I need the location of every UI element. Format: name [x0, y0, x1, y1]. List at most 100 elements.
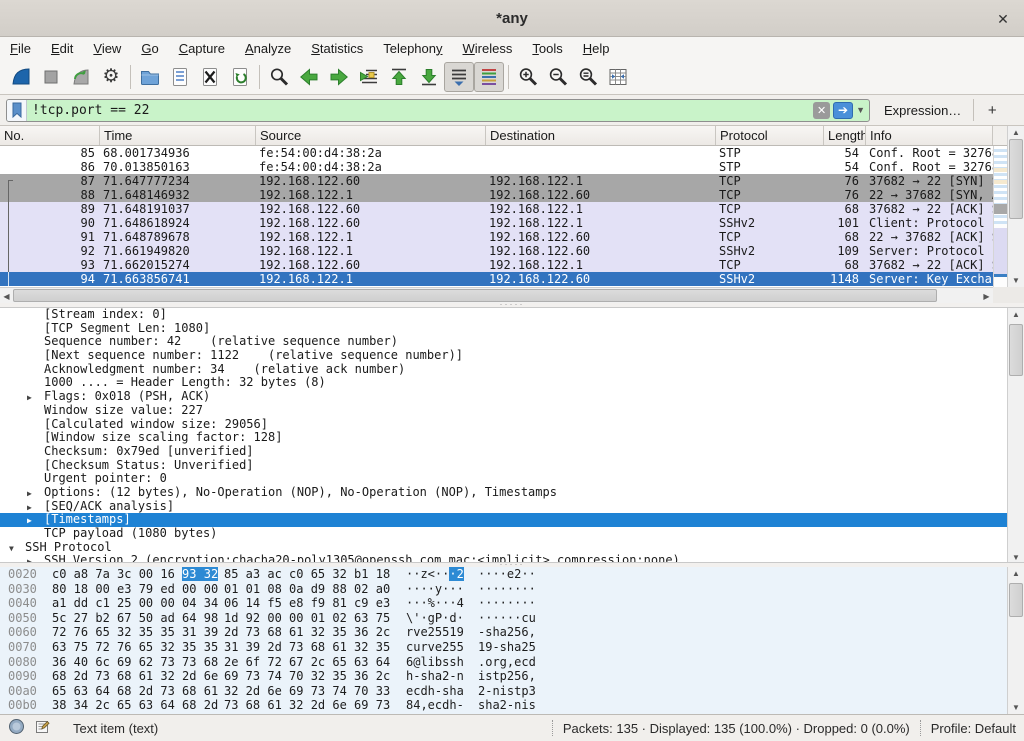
expand-arrow-icon[interactable]: ▶: [27, 501, 32, 515]
go-forward-icon[interactable]: [324, 62, 354, 92]
resize-columns-icon[interactable]: [603, 62, 633, 92]
details-vscrollbar[interactable]: ▲ ▼: [1007, 308, 1024, 563]
detail-line[interactable]: ▶ [SEQ/ACK analysis]: [0, 500, 1008, 514]
expand-arrow-icon[interactable]: ▶: [27, 514, 32, 528]
hex-line[interactable]: 0090 68 2d 73 68 61 32 2d 6e 69 73 74 70…: [0, 669, 1008, 684]
filter-bookmark-icon[interactable]: [7, 100, 27, 121]
packet-row[interactable]: 91 71.648789678 192.168.122.1 192.168.12…: [0, 230, 993, 244]
filter-value[interactable]: !tcp.port == 22: [27, 103, 813, 118]
detail-line[interactable]: [Checksum Status: Unverified]: [0, 459, 1008, 473]
expert-info-icon[interactable]: [8, 718, 25, 738]
detail-line[interactable]: Sequence number: 42 (relative sequence n…: [0, 335, 1008, 349]
scroll-thumb[interactable]: [1009, 324, 1023, 376]
hex-line[interactable]: 00a0 65 63 64 68 2d 73 68 61 32 2d 6e 69…: [0, 684, 1008, 699]
hex-line[interactable]: 0030 80 18 00 e3 79 ed 00 00 01 01 08 0a…: [0, 582, 1008, 597]
hex-line[interactable]: 0070 63 75 72 76 65 32 35 35 31 39 2d 73…: [0, 640, 1008, 655]
menu-item[interactable]: Telephony: [373, 39, 452, 58]
menu-item[interactable]: Capture: [169, 39, 235, 58]
packet-row[interactable]: 87 71.647777234 192.168.122.60 192.168.1…: [0, 174, 993, 188]
scroll-down-icon[interactable]: ▼: [1008, 551, 1024, 563]
menu-item[interactable]: View: [83, 39, 131, 58]
column-header-protocol[interactable]: Protocol: [716, 126, 824, 145]
hex-vscrollbar[interactable]: ▲ ▼: [1007, 567, 1024, 714]
expand-arrow-icon[interactable]: ▼: [9, 542, 14, 556]
menu-item[interactable]: Tools: [522, 39, 572, 58]
scroll-up-icon[interactable]: ▲: [1008, 567, 1024, 580]
packet-list-hscrollbar[interactable]: ◀ ▶: [0, 287, 993, 303]
expand-arrow-icon[interactable]: ▶: [27, 555, 32, 562]
hex-line[interactable]: 0040 a1 dd c1 25 00 00 04 34 06 14 f5 e8…: [0, 596, 1008, 611]
save-file-icon[interactable]: [165, 62, 195, 92]
filter-add-button[interactable]: +: [983, 102, 1001, 119]
detail-line[interactable]: Urgent pointer: 0: [0, 472, 1008, 486]
packet-row[interactable]: 90 71.648618924 192.168.122.60 192.168.1…: [0, 216, 993, 230]
packet-row[interactable]: 85 68.001734936 fe:54:00:d4:38:2a STP 54…: [0, 146, 993, 160]
detail-line[interactable]: [Calculated window size: 29056]: [0, 418, 1008, 432]
colorize-icon[interactable]: [474, 62, 504, 92]
detail-line[interactable]: [Window size scaling factor: 128]: [0, 431, 1008, 445]
column-header-source[interactable]: Source: [256, 126, 486, 145]
scroll-thumb[interactable]: [13, 289, 937, 302]
zoom-100-icon[interactable]: [573, 62, 603, 92]
column-header-no[interactable]: No.: [0, 126, 100, 145]
scroll-down-icon[interactable]: ▼: [1008, 701, 1024, 714]
auto-scroll-icon[interactable]: [444, 62, 474, 92]
packet-row[interactable]: 89 71.648191037 192.168.122.60 192.168.1…: [0, 202, 993, 216]
scroll-thumb[interactable]: [1009, 139, 1023, 219]
scroll-left-icon[interactable]: ◀: [0, 289, 13, 303]
start-capture-icon[interactable]: [6, 62, 36, 92]
menu-item[interactable]: Analyze: [235, 39, 301, 58]
scroll-down-icon[interactable]: ▼: [1008, 274, 1024, 287]
restart-capture-icon[interactable]: [66, 62, 96, 92]
packet-minimap[interactable]: [993, 146, 1007, 287]
detail-line[interactable]: [Next sequence number: 1122 (relative se…: [0, 349, 1008, 363]
close-window-button[interactable]: ✕: [992, 8, 1014, 30]
go-last-icon[interactable]: [414, 62, 444, 92]
column-header-time[interactable]: Time: [100, 126, 256, 145]
scroll-thumb[interactable]: [1009, 583, 1023, 617]
packet-row[interactable]: 92 71.661949820 192.168.122.1 192.168.12…: [0, 244, 993, 258]
expression-button[interactable]: Expression…: [884, 103, 961, 118]
detail-line[interactable]: Checksum: 0x79ed [unverified]: [0, 445, 1008, 459]
column-header-destination[interactable]: Destination: [486, 126, 716, 145]
packet-row[interactable]: 88 71.648146932 192.168.122.1 192.168.12…: [0, 188, 993, 202]
filter-apply-icon[interactable]: ➔: [833, 102, 853, 119]
packet-row[interactable]: 86 70.013850163 fe:54:00:d4:38:2a STP 54…: [0, 160, 993, 174]
menu-item[interactable]: Go: [131, 39, 168, 58]
close-file-icon[interactable]: [195, 62, 225, 92]
menu-item[interactable]: Edit: [41, 39, 83, 58]
packet-list-vscrollbar[interactable]: ▲ ▼: [1007, 126, 1024, 287]
go-to-packet-icon[interactable]: [354, 62, 384, 92]
find-packet-icon[interactable]: [264, 62, 294, 92]
go-first-icon[interactable]: [384, 62, 414, 92]
detail-line[interactable]: [Stream index: 0]: [0, 308, 1008, 322]
stop-capture-icon[interactable]: [36, 62, 66, 92]
expand-arrow-icon[interactable]: ▶: [27, 391, 32, 405]
filter-clear-icon[interactable]: ✕: [813, 102, 830, 119]
hex-line[interactable]: 0060 72 76 65 32 35 35 31 39 2d 73 68 61…: [0, 625, 1008, 640]
go-back-icon[interactable]: [294, 62, 324, 92]
open-file-icon[interactable]: [135, 62, 165, 92]
capture-comment-icon[interactable]: [35, 719, 51, 738]
detail-line[interactable]: [TCP Segment Len: 1080]: [0, 322, 1008, 336]
detail-line[interactable]: Acknowledgment number: 34 (relative ack …: [0, 363, 1008, 377]
display-filter-input[interactable]: !tcp.port == 22 ✕ ➔ ▼: [6, 99, 870, 122]
detail-line[interactable]: 1000 .... = Header Length: 32 bytes (8): [0, 376, 1008, 390]
zoom-out-icon[interactable]: [543, 62, 573, 92]
menu-item[interactable]: Wireless: [453, 39, 523, 58]
column-header-info[interactable]: Info: [866, 126, 993, 145]
capture-options-icon[interactable]: ⚙: [96, 62, 126, 92]
detail-line[interactable]: ▶ [Timestamps]: [0, 513, 1008, 527]
filter-dropdown-icon[interactable]: ▼: [856, 105, 865, 115]
hex-line[interactable]: 0050 5c 27 b2 67 50 ad 64 98 1d 92 00 00…: [0, 611, 1008, 626]
zoom-in-icon[interactable]: [513, 62, 543, 92]
detail-line[interactable]: ▶ Options: (12 bytes), No-Operation (NOP…: [0, 486, 1008, 500]
scroll-right-icon[interactable]: ▶: [980, 289, 993, 303]
detail-line[interactable]: ▼ SSH Protocol: [0, 541, 1008, 555]
detail-line[interactable]: Window size value: 227: [0, 404, 1008, 418]
detail-line[interactable]: ▶ Flags: 0x018 (PSH, ACK): [0, 390, 1008, 404]
scroll-up-icon[interactable]: ▲: [1008, 308, 1024, 321]
hex-line[interactable]: 0080 36 40 6c 69 62 73 73 68 2e 6f 72 67…: [0, 655, 1008, 670]
scroll-up-icon[interactable]: ▲: [1008, 126, 1024, 139]
hex-line[interactable]: 0020 c0 a8 7a 3c 00 16 93 32 85 a3 ac c0…: [0, 567, 1008, 582]
